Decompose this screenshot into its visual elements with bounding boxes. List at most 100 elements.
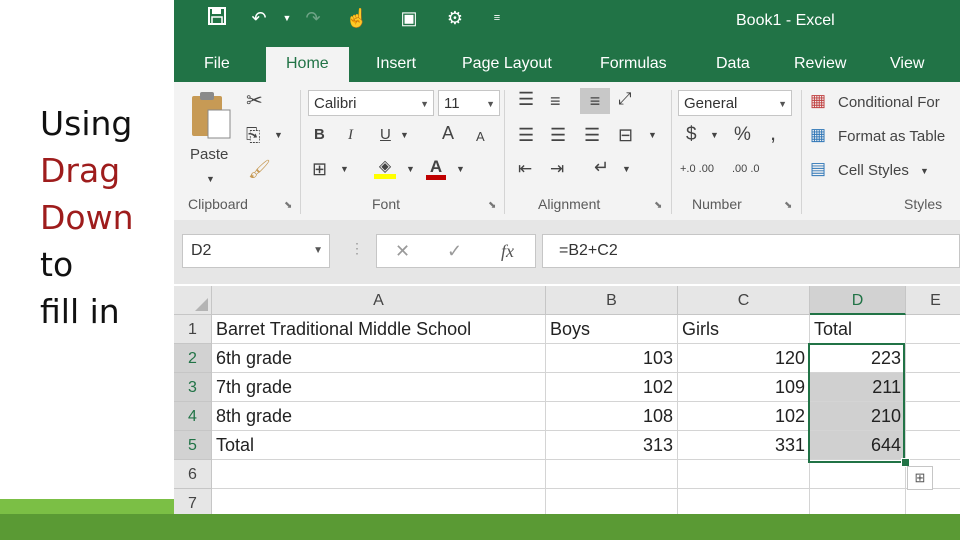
cell-b2[interactable]: 103: [546, 344, 678, 373]
form-icon[interactable]: ▣: [396, 6, 422, 30]
tab-home[interactable]: Home: [266, 47, 349, 82]
align-right-icon[interactable]: ☰: [584, 122, 600, 148]
cell-a1[interactable]: Barret Traditional Middle School: [212, 315, 546, 344]
decrease-indent-icon[interactable]: ⇤: [518, 156, 532, 182]
cell-e7[interactable]: [906, 489, 960, 515]
formula-input[interactable]: =B2+C2: [542, 234, 960, 268]
column-header-e[interactable]: E: [906, 286, 960, 315]
bottom-align-icon[interactable]: ≡: [580, 88, 610, 114]
increase-decimal-button[interactable]: +.0 .00: [680, 156, 714, 182]
row-header-2[interactable]: 2: [174, 344, 212, 373]
cell-d7[interactable]: [810, 489, 906, 515]
cell-b1[interactable]: Boys: [546, 315, 678, 344]
font-size-select[interactable]: 11 ▼: [438, 90, 500, 116]
font-color-dropdown-icon[interactable]: ▼: [456, 156, 465, 182]
paste-button[interactable]: Paste ▼: [188, 90, 234, 190]
tab-data[interactable]: Data: [716, 52, 750, 82]
undo-icon[interactable]: ↶: [246, 6, 272, 30]
cell-a3[interactable]: 7th grade: [212, 373, 546, 402]
format-as-table-icon[interactable]: ▦: [810, 122, 826, 148]
cell-styles-dropdown-icon[interactable]: ▼: [920, 158, 929, 184]
conditional-formatting-icon[interactable]: ▦: [810, 88, 826, 114]
camera-icon[interactable]: ⚙: [442, 6, 468, 30]
save-icon[interactable]: [204, 6, 230, 30]
cell-b6[interactable]: [546, 460, 678, 489]
cancel-icon[interactable]: ✕: [395, 235, 410, 267]
cell-c4[interactable]: 102: [678, 402, 810, 431]
alignment-launcher-icon[interactable]: ⬊: [654, 200, 662, 211]
cell-d6[interactable]: [810, 460, 906, 489]
tab-view[interactable]: View: [890, 52, 924, 82]
cell-e2[interactable]: [906, 344, 960, 373]
font-launcher-icon[interactable]: ⬊: [488, 200, 496, 211]
comma-button[interactable]: ,: [770, 120, 776, 146]
underline-button[interactable]: U: [380, 122, 391, 148]
currency-button[interactable]: $: [686, 122, 697, 148]
cell-b7[interactable]: [546, 489, 678, 515]
cell-b3[interactable]: 102: [546, 373, 678, 402]
bold-button[interactable]: B: [314, 122, 325, 148]
cell-e1[interactable]: [906, 315, 960, 344]
clipboard-launcher-icon[interactable]: ⬊: [284, 200, 292, 211]
tab-review[interactable]: Review: [794, 52, 846, 82]
column-header-d[interactable]: D: [810, 286, 906, 315]
customize-qat-icon[interactable]: ≡: [484, 6, 510, 30]
cell-c5[interactable]: 331: [678, 431, 810, 460]
cell-e3[interactable]: [906, 373, 960, 402]
number-format-select[interactable]: General ▼: [678, 90, 792, 116]
column-header-c[interactable]: C: [678, 286, 810, 315]
tab-file[interactable]: File: [204, 52, 230, 82]
merge-dropdown-icon[interactable]: ▼: [648, 122, 657, 148]
cell-c3[interactable]: 109: [678, 373, 810, 402]
format-as-table-button[interactable]: Format as Table: [838, 124, 945, 150]
cell-styles-button[interactable]: Cell Styles: [838, 158, 909, 184]
align-left-icon[interactable]: ☰: [518, 122, 534, 148]
cell-a4[interactable]: 8th grade: [212, 402, 546, 431]
wrap-text-icon[interactable]: ↵: [594, 154, 609, 180]
column-header-a[interactable]: A: [212, 286, 546, 315]
cell-e5[interactable]: [906, 431, 960, 460]
fill-color-dropdown-icon[interactable]: ▼: [406, 156, 415, 182]
cell-a2[interactable]: 6th grade: [212, 344, 546, 373]
column-header-b[interactable]: B: [546, 286, 678, 315]
cell-b5[interactable]: 313: [546, 431, 678, 460]
cell-c2[interactable]: 120: [678, 344, 810, 373]
borders-icon[interactable]: ⊞: [312, 156, 327, 182]
conditional-formatting-button[interactable]: Conditional For: [838, 90, 940, 116]
cell-a6[interactable]: [212, 460, 546, 489]
cell-c1[interactable]: Girls: [678, 315, 810, 344]
center-icon[interactable]: ☰: [550, 122, 566, 148]
row-header-7[interactable]: 7: [174, 489, 212, 515]
tab-formulas[interactable]: Formulas: [600, 52, 667, 82]
select-all-button[interactable]: [174, 286, 212, 315]
cut-icon[interactable]: ✂: [246, 88, 263, 114]
row-header-4[interactable]: 4: [174, 402, 212, 431]
cell-d1[interactable]: Total: [810, 315, 906, 344]
tab-page-layout[interactable]: Page Layout: [462, 52, 552, 82]
cell-c7[interactable]: [678, 489, 810, 515]
cell-styles-icon[interactable]: ▤: [810, 156, 826, 182]
auto-fill-options-icon[interactable]: ⊞: [907, 466, 933, 490]
drag-handle-icon[interactable]: ⋮: [350, 240, 364, 257]
orientation-icon[interactable]: ⤢: [618, 86, 632, 112]
percent-button[interactable]: %: [734, 122, 751, 148]
merge-center-icon[interactable]: ⊟: [618, 122, 633, 148]
cell-b4[interactable]: 108: [546, 402, 678, 431]
cell-c6[interactable]: [678, 460, 810, 489]
wrap-dropdown-icon[interactable]: ▼: [622, 156, 631, 182]
underline-dropdown-icon[interactable]: ▼: [400, 122, 409, 148]
name-box[interactable]: D2 ▼: [182, 234, 330, 268]
grow-font-button[interactable]: A: [442, 120, 454, 146]
row-header-1[interactable]: 1: [174, 315, 212, 344]
shrink-font-button[interactable]: A: [476, 124, 485, 150]
cell-e4[interactable]: [906, 402, 960, 431]
currency-dropdown-icon[interactable]: ▼: [710, 122, 719, 148]
middle-align-icon[interactable]: ≡: [550, 88, 561, 114]
enter-icon[interactable]: ✓: [447, 235, 462, 267]
italic-button[interactable]: I: [348, 122, 353, 148]
top-align-icon[interactable]: ☰: [518, 86, 534, 112]
borders-dropdown-icon[interactable]: ▼: [340, 156, 349, 182]
decrease-decimal-button[interactable]: .00 .0: [732, 156, 760, 182]
copy-dropdown-icon[interactable]: ▼: [274, 122, 283, 148]
font-color-icon[interactable]: A: [426, 154, 446, 180]
